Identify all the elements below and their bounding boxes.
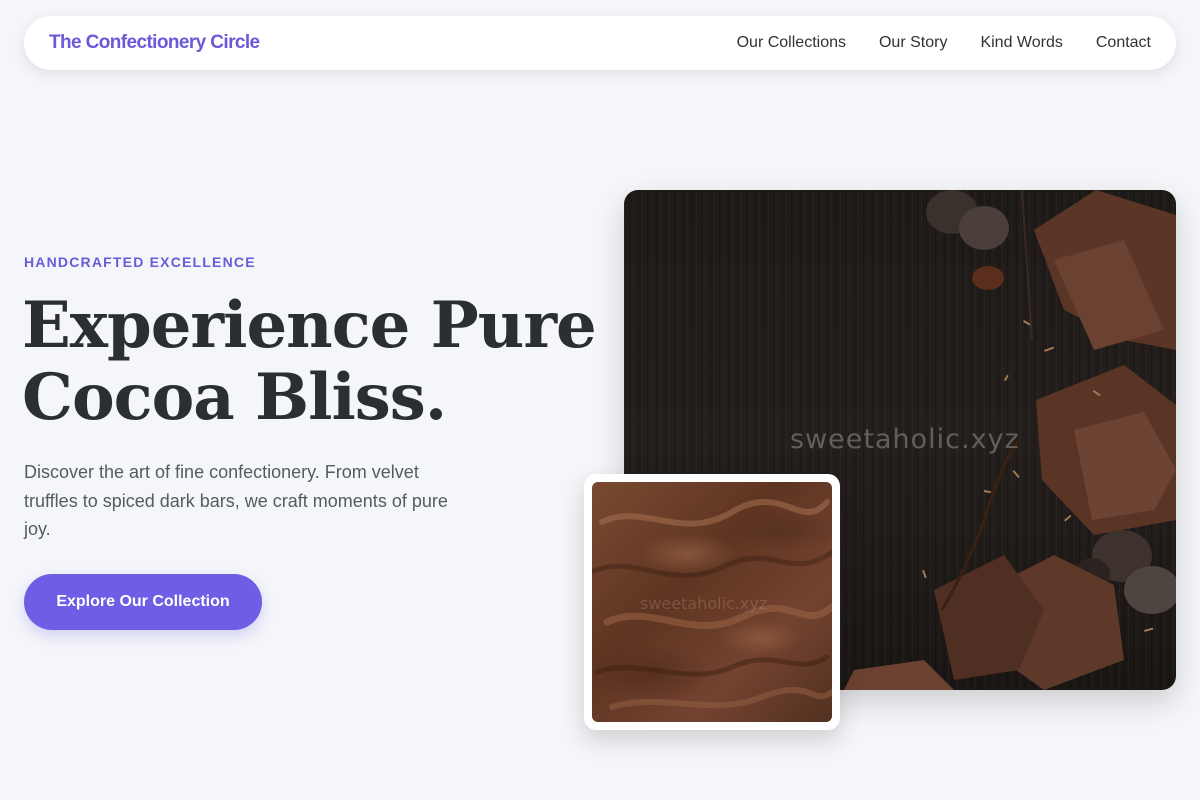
explore-collection-button[interactable]: Explore Our Collection xyxy=(24,574,262,630)
nav-link-our-story[interactable]: Our Story xyxy=(879,34,947,52)
top-navbar: The Confectionery Circle Our Collections… xyxy=(24,16,1176,70)
nav-link-our-collections[interactable]: Our Collections xyxy=(737,34,846,52)
hero-headline: Experience Pure Cocoa Bliss. xyxy=(22,290,602,434)
main-menu: Our Collections Our Story Kind Words Con… xyxy=(737,34,1151,52)
hero-eyebrow: HANDCRAFTED EXCELLENCE xyxy=(24,254,256,270)
brand-logo-link[interactable]: The Confectionery Circle xyxy=(49,32,260,54)
nav-link-kind-words[interactable]: Kind Words xyxy=(980,34,1062,52)
nav-link-contact[interactable]: Contact xyxy=(1096,34,1151,52)
inset-image-watermark: sweetaholic.xyz xyxy=(640,594,768,613)
melted-chocolate-image: sweetaholic.xyz xyxy=(592,482,832,722)
hero-headline-line-2: Cocoa Bliss. xyxy=(22,360,447,435)
hero-headline-line-1: Experience Pure xyxy=(22,288,597,363)
hero-description: Discover the art of fine confectionery. … xyxy=(24,462,448,539)
image-watermark: sweetaholic.xyz xyxy=(790,424,1020,455)
melted-chocolate-image-card: sweetaholic.xyz xyxy=(584,474,840,730)
